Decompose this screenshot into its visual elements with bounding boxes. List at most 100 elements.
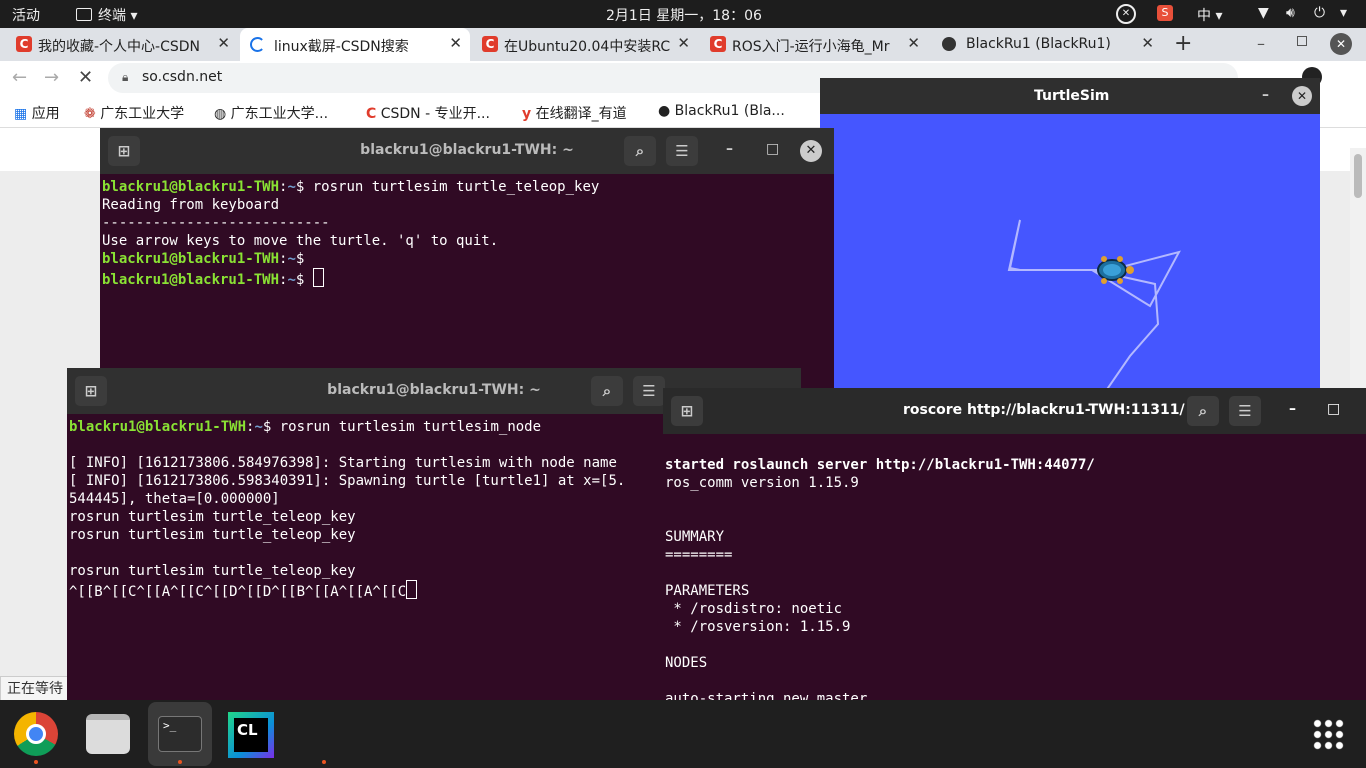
line-text: PARAMETERS [665,583,750,599]
new-tab-button[interactable]: + [1174,31,1192,56]
clion-icon[interactable]: CL [228,712,274,758]
forward-icon[interactable]: → [44,67,59,88]
caret-down-icon: ▾ [130,8,138,24]
turtle-trail [1007,219,1181,388]
system-menu-caret-icon[interactable]: ▾ [1340,5,1347,21]
close-window-icon[interactable]: ✕ [800,140,822,162]
prompt-dollar: $ [295,251,313,267]
close-tab-icon[interactable]: ✕ [907,34,920,52]
sogou-icon[interactable]: S [1157,5,1173,21]
input-method-label: 中 [1197,8,1211,24]
terminal-line: blackru1@blackru1-TWH:~$ rosrun turtlesi… [102,178,834,196]
tab-title: 我的收藏-个人中心-CSDN [38,39,201,55]
show-applications-icon[interactable] [1312,718,1346,752]
app-menu[interactable]: 终端 ▾ [76,5,137,25]
prompt-dollar: $ [262,419,280,435]
close-tab-icon[interactable]: ✕ [449,34,462,52]
prompt-user: blackru1@blackru1-TWH [69,419,247,435]
line-text: rosrun turtlesim turtle_teleop_key [69,563,356,579]
activities-button[interactable]: 活动 [12,5,40,25]
close-window-icon[interactable]: ✕ [1330,33,1352,55]
globe-icon: ◍ [214,106,227,122]
terminal-line: ======== [665,546,1366,564]
tab-title: ROS入门-运行小海龟_Mr [732,39,890,55]
close-tab-icon[interactable]: ✕ [1141,34,1154,52]
minimize-icon[interactable]: – [1257,34,1265,53]
line-text [665,439,673,455]
search-icon[interactable]: ⌕ [1187,396,1219,426]
tab-title: 在Ubuntu20.04中安装RC [504,39,670,55]
scrollbar-thumb[interactable] [1354,154,1362,198]
running-indicator [34,760,38,764]
line-text [665,565,673,581]
prompt-path: ~ [254,419,263,435]
minimize-icon[interactable]: – [1289,401,1296,417]
line-text: * /rosversion: 1.15.9 [665,619,851,635]
files-icon[interactable] [86,714,130,754]
new-tab-icon[interactable]: ⊞ [671,396,703,426]
browser-tab-active[interactable]: linux截屏-CSDN搜索 ✕ [240,28,470,61]
bookmark-label: CSDN - 专业开... [380,106,490,122]
input-method[interactable]: 中 ▾ [1197,5,1222,25]
github-icon: ● [658,103,671,119]
bookmark-label: 在线翻译_有道 [535,106,627,122]
window-title: TurtleSim [1034,88,1110,104]
prompt-path: ~ [287,272,296,288]
university-icon: ❁ [84,106,96,122]
browser-tab[interactable]: C 在Ubuntu20.04中安装RC ✕ [474,28,698,61]
turtlesim-titlebar[interactable]: TurtleSim – ✕ [820,78,1320,114]
bookmark-item[interactable]: ◍ 广东工业大学... [214,103,328,123]
minimize-icon[interactable]: – [1262,87,1269,103]
bookmark-item[interactable]: C CSDN - 专业开... [366,103,490,123]
bookmark-item[interactable]: ❁ 广东工业大学 [84,103,184,123]
terminal-output[interactable]: blackru1@blackru1-TWH:~$ rosrun turtlesi… [100,174,834,390]
prompt-dollar: $ [295,272,313,288]
chrome-icon[interactable] [14,712,58,756]
terminal-dock-item[interactable]: >_ [148,702,212,766]
browser-tab[interactable]: C ROS入门-运行小海龟_Mr ✕ [702,28,928,61]
close-tab-icon[interactable]: ✕ [217,34,230,52]
close-window-icon[interactable]: ✕ [1292,86,1312,106]
search-icon[interactable]: ⌕ [624,136,656,166]
browser-tab[interactable]: C 我的收藏-个人中心-CSDN ✕ [8,28,238,61]
stop-loading-icon[interactable]: ✕ [78,67,93,88]
hamburger-menu-icon[interactable]: ☰ [1229,396,1261,426]
line-text: --------------------------- [102,215,330,231]
search-icon[interactable]: ⌕ [591,376,623,406]
status-bubble: 正在等待 [0,676,70,702]
tab-title: linux截屏-CSDN搜索 [274,39,409,55]
maximize-icon[interactable]: □ [1327,401,1340,417]
bookmark-item[interactable]: ● BlackRu1 (Bla... [658,103,785,119]
close-tab-icon[interactable]: ✕ [677,34,690,52]
clock[interactable]: 2月1日 星期一，18：06 [606,5,762,25]
line-text: ======== [665,547,733,563]
line-text: ^[[B^[[C^[[A^[[C^[[D^[[D^[[B^[[A^[[A^[[C [69,584,407,600]
terminal-headerbar[interactable]: ⊞ blackru1@blackru1-TWH: ~ ⌕ ☰ – □ ✕ [100,128,834,174]
line-text: NODES [665,655,708,671]
hamburger-menu-icon[interactable]: ☰ [666,136,698,166]
bookmark-item[interactable]: ▦ 应用 [14,103,60,123]
browser-tab[interactable]: BlackRu1 (BlackRu1) ✕ [932,28,1162,61]
running-indicator [178,760,182,764]
apps-grid-icon: ▦ [14,106,28,122]
line-text [69,437,77,453]
hamburger-menu-icon[interactable]: ☰ [633,376,665,406]
bookmark-label: 广东工业大学 [100,106,185,122]
dock: >_ CL [0,700,1366,768]
power-icon[interactable]: ⏻ [1314,5,1325,21]
bookmark-label: 应用 [31,106,60,122]
youdao-icon: y [522,106,532,122]
terminal-line: blackru1@blackru1-TWH:~$ [102,250,834,268]
app-menu-label: 终端 [98,8,126,24]
terminal-line [665,492,1366,510]
bookmark-item[interactable]: y 在线翻译_有道 [522,103,627,123]
update-notifier-icon[interactable]: ✕ [1116,4,1136,24]
wifi-icon[interactable]: ▼ [1258,5,1269,21]
back-icon[interactable]: ← [12,67,27,88]
minimize-icon[interactable]: – [726,141,733,157]
volume-icon[interactable]: 🔊︎ [1286,5,1295,21]
maximize-icon[interactable]: □ [766,141,779,157]
terminal-headerbar[interactable]: ⊞ roscore http://blackru1-TWH:11311/ ⌕ ☰… [663,388,1366,434]
restore-icon[interactable] [1297,36,1307,46]
text-cursor [312,268,324,287]
